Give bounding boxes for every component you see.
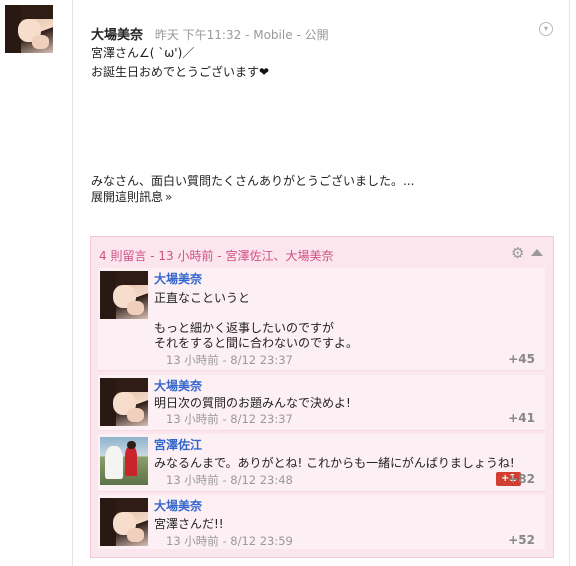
comment-text: それをすると間に合わないのですよ。 <box>154 336 359 350</box>
comment-text: 正直なこというと <box>154 291 251 305</box>
post-menu-chevron-icon[interactable]: ▾ <box>539 22 553 36</box>
post-author[interactable]: 大場美奈 <box>91 28 143 43</box>
comment-author[interactable]: 大場美奈 <box>154 270 202 287</box>
expand-label: 展開這則訊息 <box>91 190 164 204</box>
comment-author[interactable]: 大場美奈 <box>154 497 202 514</box>
plus-count[interactable]: +82 <box>508 472 535 486</box>
plus-count[interactable]: +41 <box>508 411 535 425</box>
commenter-avatar[interactable] <box>100 271 148 319</box>
plus-count[interactable]: +45 <box>508 352 535 366</box>
post-header: 大場美奈 昨天 下午11:32 - Mobile - 公開 <box>91 24 329 43</box>
comment-author[interactable]: 宮澤佐江 <box>154 436 202 453</box>
post-time[interactable]: 昨天 下午11:32 <box>155 28 241 42</box>
expand-arrow-icon: » <box>165 190 173 204</box>
comment-time[interactable]: 13 小時前 - 8/12 23:59 <box>166 533 293 549</box>
commenter-avatar[interactable] <box>100 498 148 546</box>
comment-item: 宮澤佐江 みなるんまで。ありがとね! これからも一緒にがんばりましょうね! 13… <box>98 434 545 492</box>
comment-item: 大場美奈 明日次の質問のお題みんなで決めよ! 13 小時前 - 8/12 23:… <box>98 375 545 431</box>
heart-icon: ❤ <box>259 65 270 79</box>
comment-item: 大場美奈 宮澤さんだ!! 13 小時前 - 8/12 23:59 +52 <box>98 495 545 549</box>
expand-post-link[interactable]: 展開這則訊息» <box>91 188 172 205</box>
plus-count[interactable]: +52 <box>508 533 535 547</box>
comment-text: 宮澤さんだ!! <box>154 517 224 531</box>
author-avatar[interactable] <box>5 5 53 53</box>
commenter-avatar[interactable] <box>100 378 148 426</box>
comment-item: 大場美奈 正直なこというと もっと細かく返事したいのですが それをすると間に合わ… <box>98 268 545 371</box>
comment-text: みなるんまで。ありがとね! これからも一緒にがんばりましょうね! <box>154 456 515 470</box>
post-visibility[interactable]: 公開 <box>305 28 329 42</box>
post-source: Mobile <box>253 28 293 42</box>
comment-author[interactable]: 大場美奈 <box>154 377 202 394</box>
collapse-arrow-icon[interactable] <box>531 249 543 256</box>
post-line-1: 宮澤さん∠( ˋω')／ <box>91 46 195 60</box>
post-line-2-text: お誕生日おめでとうございます <box>91 65 260 79</box>
comment-text: 明日次の質問のお題みんなで決めよ! <box>154 396 351 410</box>
comments-section: 4 則留言 - 13 小時前 - 宮澤佐江、大場美奈 ⚙ 大場美奈 正直なことい… <box>90 236 554 558</box>
post-meta: 昨天 下午11:32 - Mobile - 公開 <box>154 28 329 42</box>
comment-time[interactable]: 13 小時前 - 8/12 23:48 <box>166 472 293 488</box>
comments-summary[interactable]: 4 則留言 - 13 小時前 - 宮澤佐江、大場美奈 <box>99 247 333 264</box>
gear-icon[interactable]: ⚙ <box>511 245 527 261</box>
comment-time[interactable]: 13 小時前 - 8/12 23:37 <box>166 411 293 427</box>
commenter-avatar[interactable] <box>100 437 148 485</box>
comment-time[interactable]: 13 小時前 - 8/12 23:37 <box>166 352 293 368</box>
post-line-2: お誕生日おめでとうございます❤ <box>91 63 269 80</box>
post-line-3: みなさん、面白い質問たくさんありがとうございました。... <box>91 174 415 188</box>
